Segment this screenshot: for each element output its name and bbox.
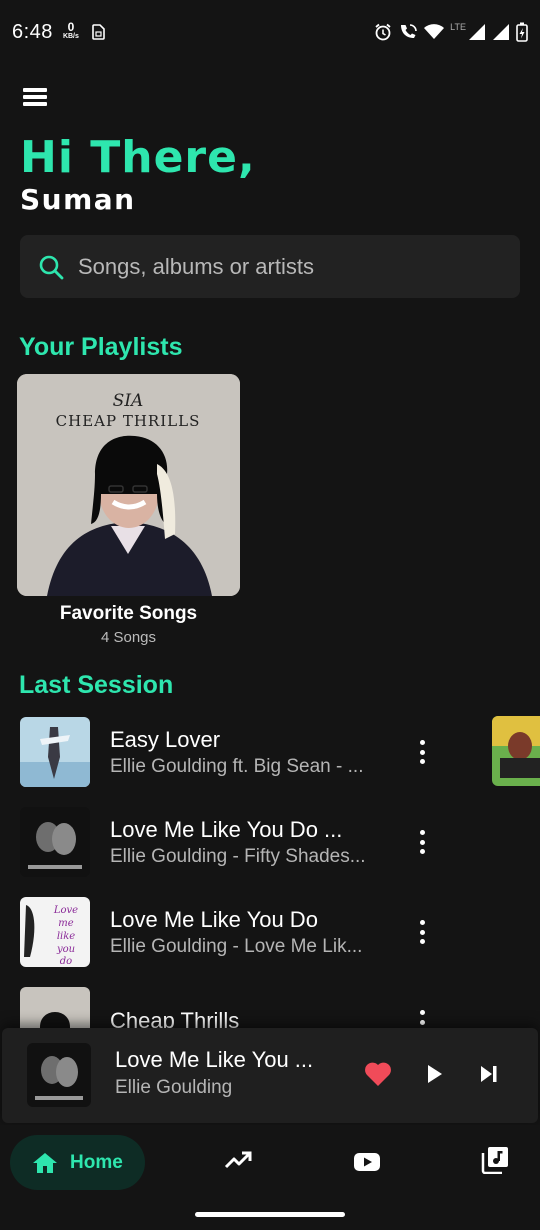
now-playing-title: Love Me Like You ... xyxy=(115,1047,314,1072)
home-icon xyxy=(33,1152,57,1173)
bottom-navigation: Home xyxy=(0,1125,540,1200)
clock: 6:48 xyxy=(12,20,53,43)
more-options-icon[interactable] xyxy=(416,830,428,854)
status-icons: LTE xyxy=(374,22,528,42)
playlists-section-title: Your Playlists xyxy=(19,333,183,361)
song-row[interactable]: Love me like you do Love Me Like You Do … xyxy=(20,896,450,968)
album-art-artist: SIA xyxy=(113,391,144,411)
heart-icon[interactable] xyxy=(364,1061,392,1087)
search-icon xyxy=(39,255,64,279)
menu-icon[interactable] xyxy=(22,86,48,108)
sim-card-icon xyxy=(92,24,105,40)
song-subtitle: Ellie Goulding - Fifty Shades... xyxy=(110,845,366,867)
song-thumbnail xyxy=(20,717,90,787)
net-speed-value: 0 xyxy=(67,20,75,34)
network-type: LTE xyxy=(450,22,466,32)
song-row[interactable]: Easy Lover Ellie Goulding ft. Big Sean -… xyxy=(20,716,450,788)
song-thumbnail xyxy=(20,807,90,877)
svg-text:like: like xyxy=(57,931,75,942)
more-options-icon[interactable] xyxy=(416,740,428,764)
trending-icon[interactable] xyxy=(224,1151,252,1169)
playlist-cover: SIA CHEAP THRILLS xyxy=(17,374,240,596)
signal-icon-2 xyxy=(493,24,509,40)
last-session-section-title: Last Session xyxy=(19,671,174,699)
library-music-icon[interactable] xyxy=(481,1146,509,1174)
album-art-title: CHEAP THRILLS xyxy=(56,412,201,430)
greeting-title: Hi There, xyxy=(20,132,256,183)
wifi-calling-icon xyxy=(401,24,417,38)
nav-home-tab[interactable]: Home xyxy=(10,1135,145,1190)
youtube-icon[interactable] xyxy=(353,1151,381,1173)
mini-player[interactable]: Love Me Like You ... Ellie Goulding xyxy=(2,1028,538,1123)
playlist-name: Favorite Songs xyxy=(59,603,198,624)
search-bar[interactable] xyxy=(20,235,520,298)
skip-next-icon[interactable] xyxy=(478,1064,500,1084)
net-speed-unit: KB/s xyxy=(62,33,79,40)
song-title: Love Me Like You Do xyxy=(110,906,318,932)
svg-text:do: do xyxy=(60,956,72,967)
song-thumbnail: Love me like you do xyxy=(20,897,90,967)
username-label: Suman xyxy=(20,183,136,216)
playlist-song-count: 4 Songs xyxy=(100,629,157,646)
song-subtitle: Ellie Goulding - Love Me Lik... xyxy=(110,935,363,957)
svg-text:me: me xyxy=(58,918,73,929)
battery-charging-icon xyxy=(516,22,528,42)
signal-icon xyxy=(469,24,485,40)
song-title: Easy Lover xyxy=(110,726,221,752)
status-bar: 6:48 0 KB/s LTE xyxy=(0,0,540,64)
song-subtitle: Ellie Goulding ft. Big Sean - ... xyxy=(110,755,364,777)
now-playing-artist: Ellie Goulding xyxy=(115,1077,233,1098)
more-options-icon[interactable] xyxy=(416,920,428,944)
wifi-icon xyxy=(424,24,445,39)
alarm-icon xyxy=(375,23,391,41)
play-icon[interactable] xyxy=(425,1063,445,1085)
svg-text:Love: Love xyxy=(53,905,78,916)
gesture-bar[interactable] xyxy=(195,1212,345,1217)
now-playing-thumbnail xyxy=(27,1043,91,1107)
next-column-song-thumbnail[interactable] xyxy=(492,716,540,786)
song-row[interactable]: Love Me Like You Do ... Ellie Goulding -… xyxy=(20,806,450,878)
playlist-card-favorite[interactable]: SIA CHEAP THRILLS Favorite Songs 4 Songs xyxy=(17,374,240,646)
net-speed-indicator: 0 KB/s xyxy=(62,20,79,42)
song-title: Love Me Like You Do ... xyxy=(110,816,343,842)
svg-text:you: you xyxy=(56,944,75,955)
search-input[interactable] xyxy=(78,253,478,280)
nav-home-label: Home xyxy=(70,1151,123,1173)
